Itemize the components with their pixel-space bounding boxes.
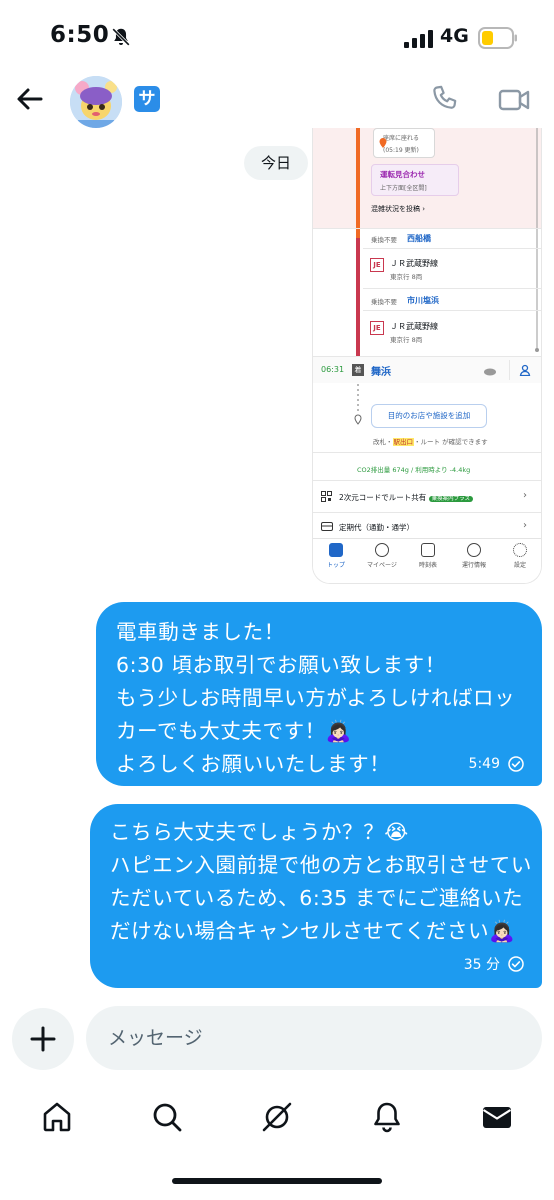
user-badge: サ <box>134 86 160 112</box>
avatar[interactable] <box>70 76 122 128</box>
route-note: 改札・駅出口・ルート が確認できます <box>373 436 488 446</box>
video-call-icon[interactable] <box>498 86 530 114</box>
message-timestamp: 35 分 <box>463 957 500 973</box>
status-time: 6:50 <box>50 22 110 48</box>
notifications-icon[interactable] <box>370 1100 404 1134</box>
train-icon <box>329 543 343 557</box>
jr-line-mark: JE <box>370 321 384 335</box>
check-circle-icon <box>508 956 524 972</box>
stop1-dest: 東京行 8両 <box>390 273 423 281</box>
divider <box>363 310 541 311</box>
tab-timetable[interactable]: 時刻表 <box>405 543 451 569</box>
tab-label: 時刻表 <box>418 562 437 569</box>
train-pass-icon <box>321 522 333 531</box>
qr-share-badge: 乗換案内プラス <box>428 496 474 502</box>
shared-screenshot-image[interactable]: 座席に座れる (05:19 更新) 運転見合わせ 上下方面[全区間] 混雑状況を… <box>312 128 542 584</box>
battery-icon <box>478 27 517 49</box>
timetable-icon <box>421 543 435 557</box>
search-icon[interactable] <box>150 1100 184 1134</box>
tab-top[interactable]: トップ <box>313 543 359 569</box>
gear-icon <box>513 543 527 557</box>
route-note-prefix: 改札・ <box>373 438 393 446</box>
stop1-transfer: 乗換不要 <box>371 236 397 244</box>
congestion-label: 混雑状況を投稿 <box>371 205 420 213</box>
arrival-station[interactable]: 舞浜 <box>371 363 391 378</box>
route-note-suffix: ・ルート が確認できます <box>414 438 488 446</box>
divider <box>313 480 541 481</box>
message-input[interactable]: メッセージ <box>86 1006 542 1070</box>
arrival-row <box>313 357 541 383</box>
qr-code-icon <box>321 491 332 502</box>
jr-line-mark: JE <box>370 258 384 272</box>
tab-label: 設定 <box>513 562 526 569</box>
qr-share-label: 2次元コードでルート共有 <box>339 493 427 502</box>
tab-settings[interactable]: 設定 <box>497 543 541 569</box>
add-destination-button[interactable]: 目的のお店や施設を追加 <box>371 404 487 428</box>
location-card-line2: (05:19 更新) <box>383 147 419 154</box>
status-bar: 6:50 4G <box>0 0 554 72</box>
cellular-signal-icon <box>404 30 433 48</box>
grok-icon[interactable] <box>260 1100 294 1134</box>
message-timestamp: 5:49 <box>468 756 500 772</box>
dotted-walk-line <box>354 384 362 425</box>
app-tab-bar: トップ マイページ 時刻表 運行情報 設定 <box>313 538 541 583</box>
qr-share-row[interactable]: 2次元コードでルート共有 乗換案内プラス <box>339 492 474 503</box>
route-line-orange <box>356 128 360 238</box>
congestion-post-link[interactable]: 混雑状況を投稿 › <box>371 204 425 214</box>
phone-call-icon[interactable] <box>430 84 460 114</box>
conversation-header: サ <box>0 72 554 130</box>
chevron-right-icon: › <box>523 490 527 501</box>
co2-info: CO2排出量 674g / 利用時より -4.4kg <box>357 466 471 474</box>
info-icon <box>467 543 481 557</box>
person-icon[interactable] <box>519 364 531 376</box>
message-bubble[interactable]: こちら大丈夫でしょうか？？😭 ハピエン入園前提で他の方とお取引させていただいてい… <box>90 804 542 988</box>
divider <box>313 512 541 513</box>
arrival-marker: 着 <box>352 364 364 376</box>
divider <box>313 228 541 229</box>
pin-icon <box>379 138 387 148</box>
message-bubble[interactable]: 電車動きました！ 6:30 頃お取引でお願い致します！ もう少しお時間早い方がよ… <box>96 602 542 786</box>
message-meta: 35 分 <box>464 954 524 974</box>
bottom-navigation <box>0 1090 554 1150</box>
stop2-transfer: 乗換不要 <box>371 298 397 306</box>
scroll-track <box>535 128 539 352</box>
home-indicator <box>172 1178 382 1184</box>
tab-mypage[interactable]: マイページ <box>359 543 405 569</box>
service-alert-card[interactable]: 運転見合わせ 上下方面[全区間] <box>371 164 459 196</box>
tab-label: マイページ <box>367 562 397 569</box>
tab-label: トップ <box>326 562 345 569</box>
tab-service-info[interactable]: 運行情報 <box>451 543 497 569</box>
alert-title: 運転見合わせ <box>380 170 425 179</box>
divider <box>363 288 541 289</box>
arrival-time: 06:31 <box>321 365 345 374</box>
stop1-line: ＪＲ武蔵野線 <box>390 259 438 268</box>
network-type: 4G <box>440 25 469 47</box>
exit-label: 駅出口 <box>392 438 414 446</box>
back-arrow-icon[interactable] <box>12 82 46 116</box>
avatar-character-image <box>70 76 122 128</box>
plus-icon <box>30 1026 56 1052</box>
divider <box>509 360 510 380</box>
stop1-station[interactable]: 西船橋 <box>407 233 431 244</box>
stop2-station[interactable]: 市川塩浜 <box>407 295 439 306</box>
chevron-right-icon: › <box>523 520 527 531</box>
bell-muted-icon <box>112 28 130 46</box>
commuter-pass-row[interactable]: 定期代（通勤・通学） <box>339 522 414 533</box>
stop2-dest: 東京行 8両 <box>390 336 423 344</box>
person-icon <box>375 543 389 557</box>
divider <box>313 452 541 453</box>
check-circle-icon <box>508 756 524 772</box>
alert-sub: 上下方面[全区間] <box>380 185 427 192</box>
tab-label: 運行情報 <box>461 562 486 569</box>
message-meta: 5:49 <box>469 756 524 772</box>
add-attachment-button[interactable] <box>12 1008 74 1070</box>
divider <box>363 248 541 249</box>
home-icon[interactable] <box>40 1100 74 1134</box>
stop2-line: ＪＲ武蔵野線 <box>390 322 438 331</box>
location-card-line1: 座席に座れる <box>383 135 420 142</box>
weather-icon <box>484 368 496 376</box>
message-text: こちら大丈夫でしょうか？？😭 ハピエン入園前提で他の方とお取引させていただいてい… <box>110 820 532 943</box>
messages-icon[interactable] <box>480 1100 514 1134</box>
date-divider: 今日 <box>244 146 308 180</box>
